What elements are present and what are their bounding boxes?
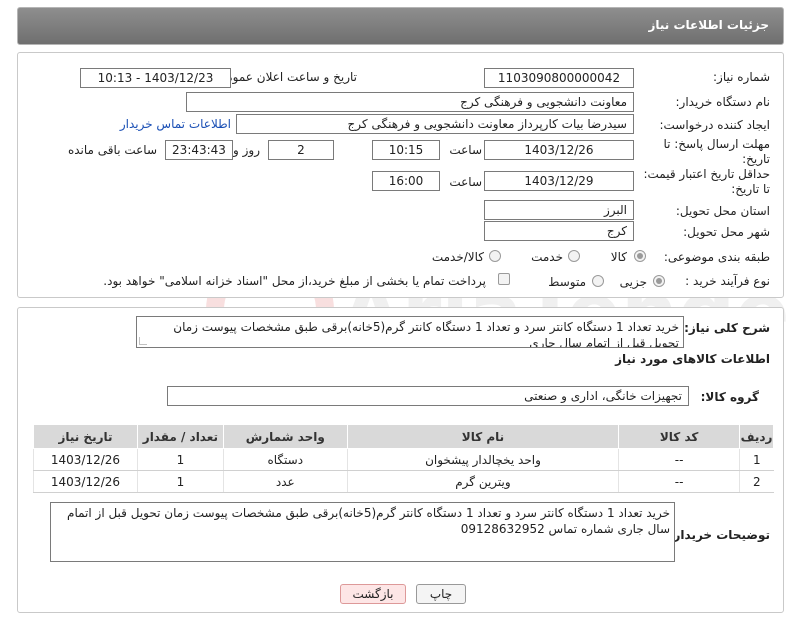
category-radio-service[interactable] <box>568 250 580 262</box>
category-option-service: خدمت <box>531 250 563 264</box>
print-button[interactable]: چاپ <box>416 584 466 604</box>
send-deadline-date-field: 1403/12/26 <box>484 140 634 160</box>
buyer-contact-link[interactable]: اطلاعات تماس خریدار <box>120 117 231 131</box>
remaining-time-field: 23:43:43 <box>165 140 233 160</box>
cell-goods-code: -- <box>618 470 740 493</box>
announce-date-field: 1403/12/23 - 10:13 <box>80 68 231 88</box>
page-title: جزئیات اطلاعات نیاز <box>648 18 769 32</box>
cell-quantity: 1 <box>136 448 224 471</box>
goods-table: ردیف کد کالا نام کالا واحد شمارش تعداد /… <box>33 424 774 493</box>
col-unit: واحد شمارش <box>222 424 348 449</box>
announce-date-label: تاریخ و ساعت اعلان عمومی: <box>212 70 357 84</box>
cell-goods-name: ویترین گرم <box>346 470 619 493</box>
buyer-org-field: معاونت دانشجویی و فرهنگی کرج <box>186 92 634 112</box>
price-validity-date-field: 1403/12/29 <box>484 171 634 191</box>
days-label: روز و <box>233 143 260 157</box>
col-row-number: ردیف <box>739 424 774 449</box>
process-option-medium: متوسط <box>548 275 586 289</box>
goods-info-title: اطلاعات کالاهای مورد نیاز <box>615 352 770 366</box>
province-label: استان محل تحویل: <box>675 204 770 218</box>
creator-label: ایجاد کننده درخواست: <box>659 118 770 132</box>
cell-row-number: 2 <box>739 470 774 493</box>
back-button[interactable]: بازگشت <box>340 584 406 604</box>
col-quantity: تعداد / مقدار <box>136 424 224 449</box>
category-radio-goods-service[interactable] <box>489 250 501 262</box>
price-validity-time-label: ساعت <box>449 175 482 189</box>
table-row[interactable]: 2 -- ویترین گرم عدد 1 1403/12/26 <box>33 470 774 493</box>
remaining-time-label: ساعت باقی مانده <box>67 143 157 157</box>
buyer-org-label: نام دستگاه خریدار: <box>675 95 771 109</box>
cell-need-date: 1403/12/26 <box>33 470 138 493</box>
summary-label: شرح کلی نیاز: <box>684 321 770 335</box>
table-row[interactable]: 1 -- واحد یخچالدار پیشخوان دستگاه 1 1403… <box>33 448 774 471</box>
process-radio-medium[interactable] <box>592 275 604 287</box>
treasury-checkbox[interactable] <box>498 273 510 285</box>
province-field: البرز <box>484 200 634 220</box>
category-radio-goods[interactable] <box>634 250 646 262</box>
col-goods-name: نام کالا <box>346 424 620 449</box>
page-header: جزئیات اطلاعات نیاز <box>17 7 784 45</box>
category-label: طبقه بندی موضوعی: <box>663 250 770 264</box>
col-need-date: تاریخ نیاز <box>33 424 138 449</box>
creator-field: سیدرضا بیات کارپرداز معاونت دانشجویی و ف… <box>236 114 634 134</box>
send-deadline-time-label: ساعت <box>449 143 482 157</box>
cell-row-number: 1 <box>739 448 774 471</box>
category-option-goods: کالا <box>610 250 627 264</box>
cell-need-date: 1403/12/26 <box>33 448 138 471</box>
summary-textarea: خرید تعداد 1 دستگاه کانتر سرد و تعداد 1 … <box>136 316 684 348</box>
resize-grip-icon[interactable] <box>139 337 147 345</box>
table-header-row: ردیف کد کالا نام کالا واحد شمارش تعداد /… <box>33 424 774 449</box>
goods-group-field: تجهیزات خانگی، اداری و صنعتی <box>167 386 689 406</box>
city-field: کرج <box>484 221 634 241</box>
days-remaining-field: 2 <box>268 140 334 160</box>
buyer-notes-label: توضیحات خریدار: <box>668 528 770 542</box>
send-deadline-time-field: 10:15 <box>372 140 440 160</box>
buyer-notes-text: خرید تعداد 1 دستگاه کانتر سرد و تعداد 1 … <box>67 506 670 536</box>
need-number-field: 1103090800000042 <box>484 68 634 88</box>
goods-group-label: گروه کالا: <box>700 390 759 404</box>
col-goods-code: کد کالا <box>618 424 741 449</box>
price-validity-label: حداقل تاریخ اعتبار قیمت: تا تاریخ: <box>643 167 770 196</box>
cell-goods-code: -- <box>618 448 740 471</box>
price-validity-time-field: 16:00 <box>372 171 440 191</box>
cell-unit: دستگاه <box>222 448 348 471</box>
summary-text: خرید تعداد 1 دستگاه کانتر سرد و تعداد 1 … <box>173 320 679 348</box>
process-radio-minor[interactable] <box>653 275 665 287</box>
need-number-label: شماره نیاز: <box>713 70 770 84</box>
category-option-goods-service: کالا/خدمت <box>431 250 484 264</box>
process-option-minor: جزیی <box>619 275 647 289</box>
process-label: نوع فرآیند خرید : <box>685 274 770 288</box>
city-label: شهر محل تحویل: <box>683 225 770 239</box>
cell-quantity: 1 <box>136 470 224 493</box>
send-deadline-label: مهلت ارسال پاسخ: تا تاریخ: <box>663 137 770 166</box>
payment-note: پرداخت تمام یا بخشی از مبلغ خرید،از محل … <box>103 274 486 288</box>
buyer-notes-textarea: خرید تعداد 1 دستگاه کانتر سرد و تعداد 1 … <box>50 502 675 562</box>
cell-goods-name: واحد یخچالدار پیشخوان <box>346 448 619 471</box>
cell-unit: عدد <box>222 470 348 493</box>
